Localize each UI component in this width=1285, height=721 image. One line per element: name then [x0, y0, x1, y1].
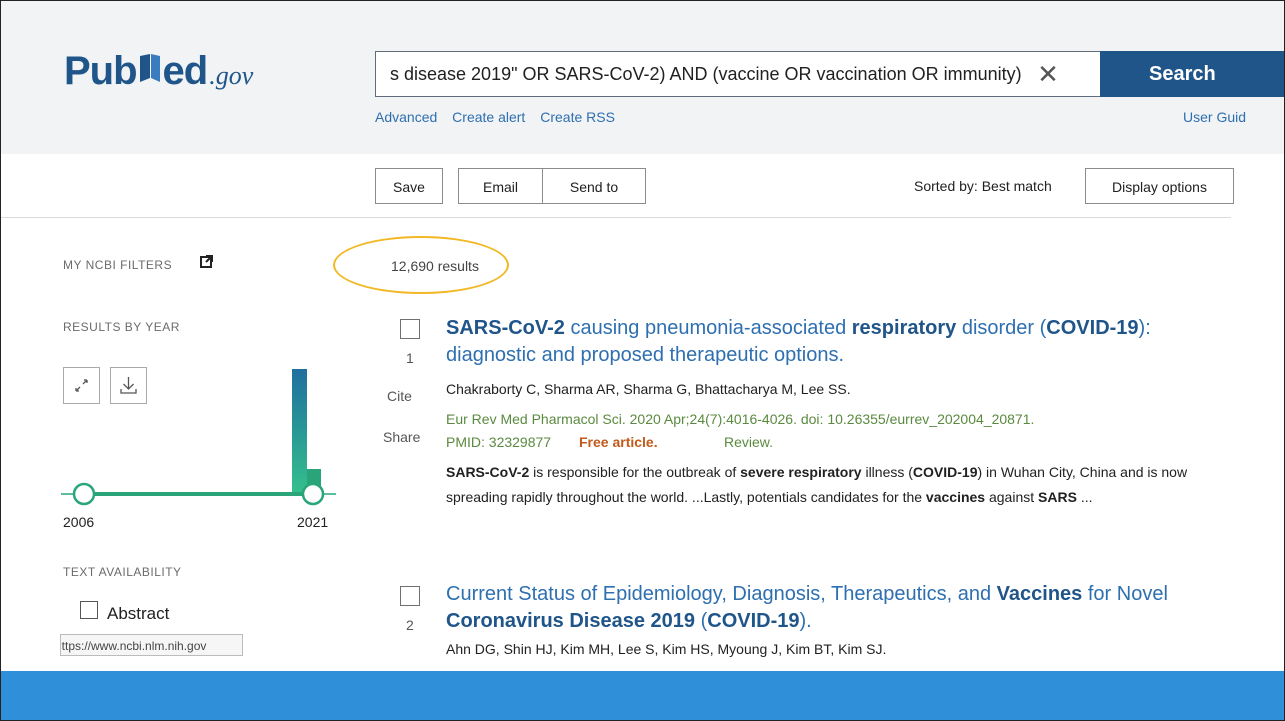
title-text: Current Status of Epidemiology, Diagnosi…: [446, 583, 997, 605]
pubmed-header: Pub ed.gov s disease 2019" OR SARS-CoV-2)…: [1, 1, 1284, 154]
share-button[interactable]: Share: [383, 429, 420, 445]
save-button[interactable]: Save: [375, 168, 443, 204]
cite-button[interactable]: Cite: [387, 388, 412, 404]
display-options-button[interactable]: Display options: [1085, 168, 1234, 204]
article-type: Review.: [724, 434, 774, 450]
title-text: ).: [799, 610, 812, 632]
result-1-number: 1: [406, 350, 414, 366]
user-guide-link[interactable]: User Guid: [1183, 109, 1246, 125]
title-highlight: COVID-19: [1046, 317, 1139, 339]
snippet-text: illness (: [861, 464, 913, 480]
book-icon: [138, 52, 162, 82]
snippet-text: against: [985, 489, 1039, 505]
abstract-label[interactable]: Abstract: [107, 604, 169, 624]
search-input[interactable]: s disease 2019" OR SARS-CoV-2) AND (vacc…: [375, 51, 1101, 97]
search-button[interactable]: Search: [1100, 51, 1284, 97]
toolbar-divider: [1, 217, 1231, 218]
abstract-checkbox[interactable]: [80, 601, 98, 619]
advanced-search-link[interactable]: Advanced: [375, 109, 437, 125]
result-1-citation: Eur Rev Med Pharmacol Sci. 2020 Apr;24(7…: [446, 411, 1035, 427]
result-1-authors: Chakraborty C, Sharma AR, Sharma G, Bhat…: [446, 381, 851, 397]
logo-med: ed: [162, 49, 209, 93]
search-links: Advanced Create alert Create RSS: [375, 109, 626, 125]
results-by-year-heading: RESULTS BY YEAR: [63, 320, 180, 334]
clear-search-icon[interactable]: ✕: [1033, 59, 1063, 89]
snippet-highlight: SARS: [1038, 489, 1077, 505]
snippet-highlight: vaccines: [925, 489, 986, 505]
result-1-snippet: SARS-CoV-2 is responsible for the outbre…: [446, 460, 1226, 510]
result-2-number: 2: [406, 617, 414, 633]
snippet-highlight: SARS-CoV-2: [446, 464, 530, 480]
snippet-text: ...: [1076, 489, 1093, 505]
result-1-pmid: PMID: 32329877: [446, 434, 552, 450]
logo-gov: .gov: [209, 61, 254, 90]
title-highlight: respiratory: [851, 317, 957, 339]
result-1-title[interactable]: SARS-CoV-2 causing pneumonia-associated …: [446, 315, 1236, 369]
email-button[interactable]: Email: [458, 168, 543, 204]
snippet-text: is responsible for the outbreak of: [529, 464, 741, 480]
result-2-title[interactable]: Current Status of Epidemiology, Diagnosi…: [446, 581, 1236, 635]
result-2-authors: Ahn DG, Shin HJ, Kim MH, Lee S, Kim HS, …: [446, 641, 887, 657]
url-status-tooltip: https://www.ncbi.nlm.nih.gov: [60, 634, 243, 656]
title-highlight: Coronavirus Disease 2019: [446, 610, 696, 632]
results-by-year-chart[interactable]: [61, 356, 341, 516]
pubmed-logo[interactable]: Pub ed.gov: [64, 49, 253, 99]
year-2020-bar: [292, 369, 307, 494]
title-text: (: [695, 610, 708, 632]
send-to-button[interactable]: Send to: [542, 168, 646, 204]
sort-order-label[interactable]: Sorted by: Best match: [914, 178, 1052, 194]
create-alert-link[interactable]: Create alert: [452, 109, 525, 125]
title-text: disorder (: [956, 317, 1047, 339]
title-highlight: COVID-19: [707, 610, 800, 632]
highlight-circle: [333, 236, 509, 294]
title-text: causing pneumonia-associated: [564, 317, 852, 339]
title-text: for Novel: [1082, 583, 1168, 605]
result-2-checkbox[interactable]: [400, 586, 420, 606]
result-1-checkbox[interactable]: [400, 319, 420, 339]
search-query-text: s disease 2019" OR SARS-CoV-2) AND (vacc…: [390, 64, 1022, 84]
snippet-highlight: severe respiratory: [740, 464, 862, 480]
title-highlight: SARS-CoV-2: [446, 317, 565, 339]
my-ncbi-filters-heading[interactable]: MY NCBI FILTERS: [63, 258, 172, 272]
slide-footer-band: [1, 671, 1284, 720]
title-highlight: Vaccines: [996, 583, 1083, 605]
logo-pub: Pub: [64, 49, 138, 93]
free-article-badge: Free article.: [579, 434, 658, 450]
year-end-label: 2021: [297, 514, 329, 530]
range-start-handle[interactable]: [72, 482, 96, 506]
range-end-handle[interactable]: [301, 482, 325, 506]
external-link-icon[interactable]: [200, 255, 213, 268]
year-start-label: 2006: [63, 514, 95, 530]
text-availability-heading: TEXT AVAILABILITY: [63, 565, 182, 579]
snippet-highlight: COVID-19: [912, 464, 978, 480]
create-rss-link[interactable]: Create RSS: [540, 109, 615, 125]
screenshot-frame: Pub ed.gov s disease 2019" OR SARS-CoV-2)…: [0, 0, 1285, 721]
